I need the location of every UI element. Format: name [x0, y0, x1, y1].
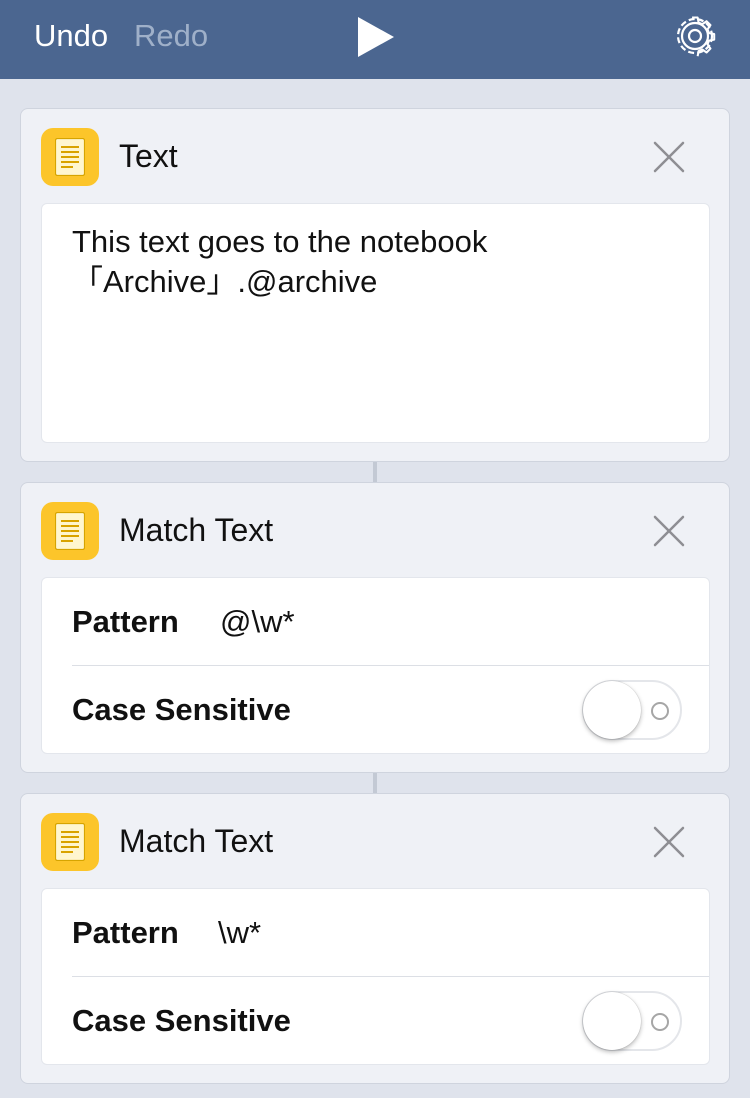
close-icon[interactable]	[651, 139, 687, 175]
case-sensitive-row: Case Sensitive	[42, 977, 711, 1065]
toggle-off-indicator	[651, 1013, 669, 1031]
text-input-area[interactable]: This text goes to the notebook 「Archive」…	[41, 203, 710, 443]
case-sensitive-toggle[interactable]	[582, 991, 682, 1051]
toggle-off-indicator	[651, 702, 669, 720]
redo-button[interactable]: Redo	[134, 18, 208, 54]
pattern-label: Pattern	[72, 604, 179, 639]
case-sensitive-row: Case Sensitive	[42, 666, 711, 754]
undo-button[interactable]: Undo	[34, 18, 108, 54]
parameters-panel: Pattern @\w* Case Sensitive	[41, 577, 710, 754]
pattern-row[interactable]: Pattern \w*	[42, 889, 711, 977]
toggle-knob	[583, 992, 641, 1050]
pattern-value[interactable]: \w*	[218, 915, 261, 951]
play-icon[interactable]	[356, 15, 396, 59]
pattern-value[interactable]: @\w*	[220, 604, 295, 640]
action-title: Match Text	[119, 823, 274, 859]
case-sensitive-label: Case Sensitive	[72, 692, 291, 727]
toggle-knob	[583, 681, 641, 739]
action-title: Text	[119, 138, 178, 174]
connector	[373, 462, 377, 483]
case-sensitive-label: Case Sensitive	[72, 1003, 291, 1038]
close-icon[interactable]	[651, 824, 687, 860]
gear-icon[interactable]	[673, 14, 717, 58]
pattern-row[interactable]: Pattern @\w*	[42, 578, 711, 666]
document-icon	[41, 813, 99, 871]
parameters-panel: Pattern \w* Case Sensitive	[41, 888, 710, 1065]
text-content[interactable]: This text goes to the notebook 「Archive」…	[72, 222, 682, 302]
action-title: Match Text	[119, 512, 274, 548]
match-text-action-card[interactable]: Match Text Pattern @\w* Case Sensitive	[20, 482, 730, 773]
pattern-label: Pattern	[72, 915, 179, 950]
close-icon[interactable]	[651, 513, 687, 549]
match-text-action-card[interactable]: Match Text Pattern \w* Case Sensitive	[20, 793, 730, 1084]
toolbar: Undo Redo	[0, 0, 750, 79]
connector	[373, 773, 377, 794]
document-icon	[41, 502, 99, 560]
document-icon	[41, 128, 99, 186]
text-action-card[interactable]: Text This text goes to the notebook 「Arc…	[20, 108, 730, 462]
case-sensitive-toggle[interactable]	[582, 680, 682, 740]
